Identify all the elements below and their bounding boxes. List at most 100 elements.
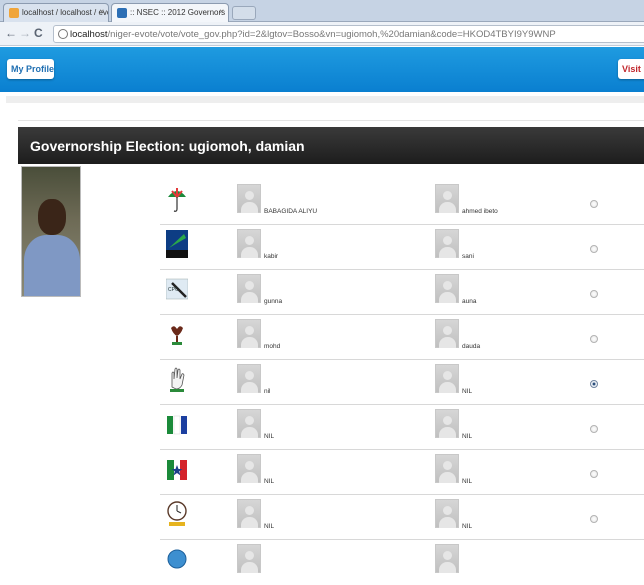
candidate-name: auna	[462, 298, 477, 305]
candidate-governor: kabir	[237, 229, 397, 263]
vote-radio[interactable]	[590, 515, 598, 523]
address-bar[interactable]: localhost/niger-evote/vote/vote_gov.php?…	[53, 25, 644, 43]
clock-fresh-party-logo	[167, 501, 187, 526]
candidate-deputy: ahmed ibeto	[435, 184, 595, 218]
avatar-placeholder-icon	[435, 184, 459, 213]
candidate-deputy: auna	[435, 274, 595, 308]
forward-arrow-icon[interactable]: →	[19, 26, 31, 40]
election-title-prefix: Governorship Election:	[30, 138, 189, 154]
avatar-placeholder-icon	[435, 499, 459, 528]
vote-radio[interactable]	[590, 425, 598, 433]
my-profile-button[interactable]: My Profile	[7, 59, 54, 79]
election-title: Governorship Election: ugiomoh, damian	[18, 127, 644, 164]
star-flag-party-logo	[167, 460, 187, 480]
svg-text:CPC: CPC	[168, 287, 179, 293]
avatar-placeholder-icon	[237, 274, 261, 303]
ballot-row: NIL NIL	[160, 495, 644, 540]
candidate-deputy: dauda	[435, 319, 595, 353]
candidate-name: NIL	[264, 478, 275, 485]
umbrella-party-logo	[168, 188, 186, 212]
vote-radio[interactable]	[590, 290, 598, 298]
ballot-row: mohd dauda	[160, 315, 644, 360]
acn-party-logo	[166, 230, 188, 258]
vote-radio[interactable]	[590, 200, 598, 208]
candidate-name: mohd	[264, 343, 281, 350]
close-icon[interactable]: ×	[219, 7, 224, 16]
candidate-governor	[237, 544, 397, 578]
new-tab-button[interactable]	[232, 6, 256, 20]
candidate-name: NIL	[462, 478, 473, 485]
avatar-placeholder-icon	[237, 454, 261, 483]
candidate-name: sani	[462, 253, 474, 260]
tab-label: localhost / localhost / evot	[22, 8, 109, 17]
candidate-name: NIL	[264, 523, 275, 530]
avatar-placeholder-icon	[435, 319, 459, 348]
page-info-icon[interactable]	[58, 29, 68, 39]
avatar-placeholder-icon	[237, 409, 261, 438]
avatar-placeholder-icon	[435, 409, 459, 438]
browser-tab-nsec[interactable]: :: NSEC :: 2012 Governors ×	[111, 3, 229, 22]
url-host: localhost	[70, 29, 108, 40]
candidate-deputy: NIL	[435, 499, 595, 533]
candidate-governor: NIL	[237, 454, 397, 488]
divider	[18, 120, 644, 121]
tab-label: :: NSEC :: 2012 Governors	[130, 8, 226, 17]
reload-icon[interactable]: C	[34, 26, 43, 40]
ballot-row: nil NIL	[160, 360, 644, 405]
visit-button[interactable]: Visit N	[618, 59, 644, 79]
candidate-governor: BABAGIDA ALIYU	[237, 184, 397, 218]
rooster-party-logo	[171, 326, 183, 345]
app-header-bar: My Profile Visit N	[0, 47, 644, 92]
candidate-deputy: sani	[435, 229, 595, 263]
candidate-name: NIL	[462, 388, 473, 395]
vote-radio[interactable]	[590, 380, 598, 388]
browser-tab-strip: localhost / localhost / evot × :: NSEC :…	[0, 0, 644, 22]
ballot-row: BABAGIDA ALIYU ahmed ibeto	[160, 180, 644, 225]
close-icon[interactable]: ×	[99, 7, 104, 16]
site-favicon-icon	[117, 8, 127, 18]
candidate-name: dauda	[462, 343, 481, 350]
vote-radio[interactable]	[590, 245, 598, 253]
ballot-row: NIL NIL	[160, 405, 644, 450]
candidate-name: gunna	[264, 298, 283, 305]
avatar-placeholder-icon	[237, 544, 261, 573]
candidate-governor: nil	[237, 364, 397, 398]
candidate-deputy	[435, 544, 595, 578]
avatar-placeholder-icon	[237, 364, 261, 393]
candidate-name: nil	[264, 388, 271, 395]
candidate-governor: gunna	[237, 274, 397, 308]
back-arrow-icon[interactable]: ←	[5, 26, 17, 40]
avatar-placeholder-icon	[435, 364, 459, 393]
seal-party-logo	[167, 549, 187, 569]
candidate-name: NIL	[264, 433, 275, 440]
ballot-row: NIL NIL	[160, 450, 644, 495]
browser-toolbar: ← → C localhost/niger-evote/vote/vote_go…	[0, 22, 644, 46]
hand-party-logo	[170, 367, 185, 392]
cpc-party-logo: CPC	[166, 278, 188, 300]
sub-header-divider	[6, 96, 644, 103]
candidate-name: NIL	[462, 523, 473, 530]
ballot-row: kabir sani	[160, 225, 644, 270]
candidate-name: ahmed ibeto	[462, 208, 498, 215]
avatar-placeholder-icon	[435, 454, 459, 483]
url-path: /niger-evote/vote/vote_gov.php?id=2&lgto…	[107, 29, 556, 40]
avatar-placeholder-icon	[237, 319, 261, 348]
phpmyadmin-icon	[9, 8, 19, 18]
candidate-deputy: NIL	[435, 454, 595, 488]
browser-tab-phpmyadmin[interactable]: localhost / localhost / evot ×	[3, 3, 109, 22]
candidate-governor: NIL	[237, 499, 397, 533]
avatar-placeholder-icon	[237, 184, 261, 213]
vote-radio[interactable]	[590, 335, 598, 343]
vote-radio[interactable]	[590, 470, 598, 478]
flag-party-logo	[167, 415, 187, 435]
voter-name: ugiomoh, damian	[188, 138, 305, 154]
ballot-row: CPC gunna auna	[160, 270, 644, 315]
candidate-deputy: NIL	[435, 409, 595, 443]
candidate-name: NIL	[462, 433, 473, 440]
voter-photo	[21, 166, 81, 297]
avatar-placeholder-icon	[435, 274, 459, 303]
avatar-placeholder-icon	[435, 544, 459, 573]
candidate-governor: mohd	[237, 319, 397, 353]
candidate-governor: NIL	[237, 409, 397, 443]
candidate-name: kabir	[264, 253, 279, 260]
